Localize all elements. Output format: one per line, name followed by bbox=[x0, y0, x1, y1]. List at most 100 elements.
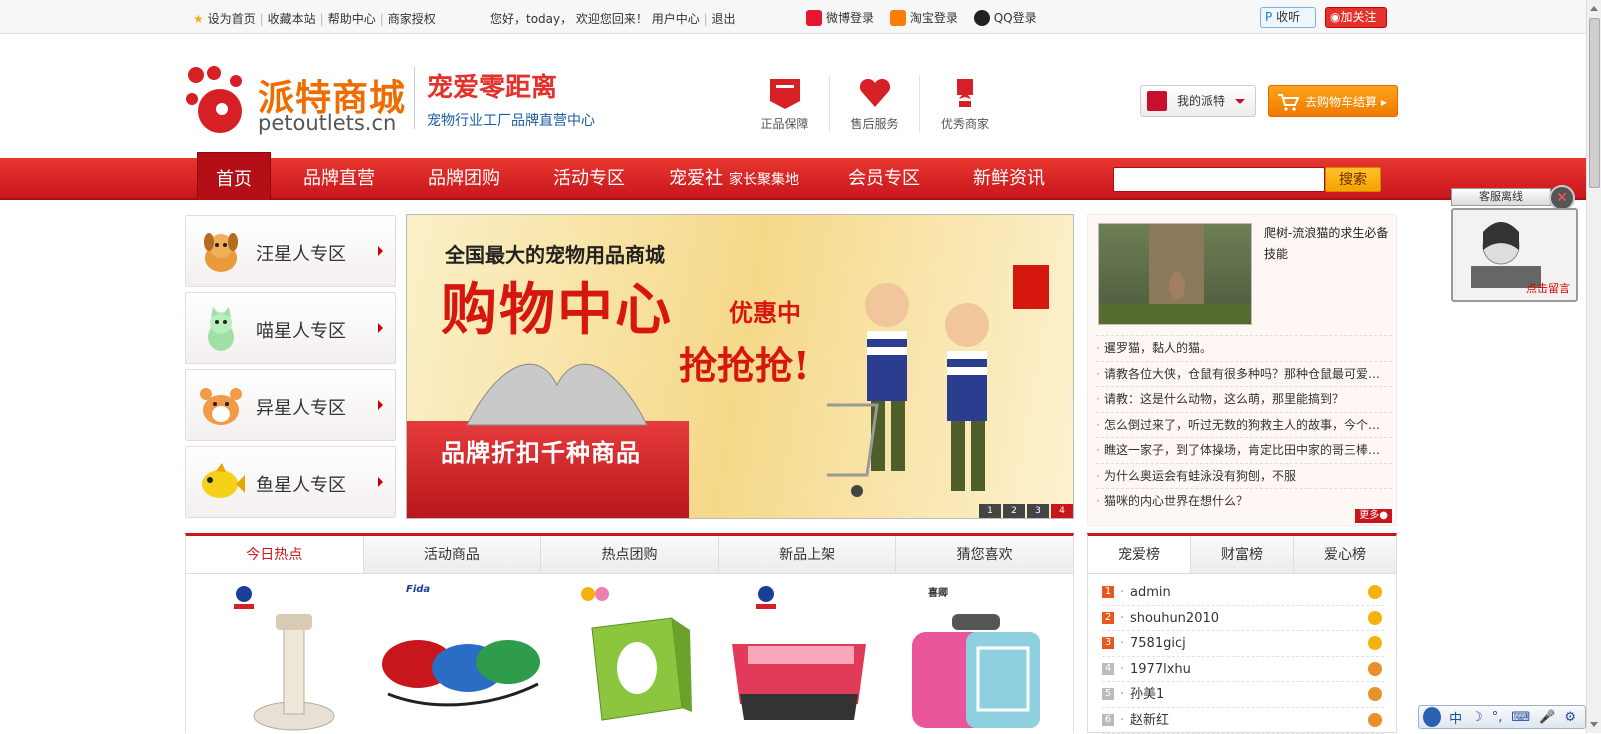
news-item[interactable]: 暹罗猫，黏人的猫。 bbox=[1096, 335, 1392, 361]
medal-icon bbox=[1368, 661, 1382, 676]
ranking-row[interactable]: 3 · 7581gicj bbox=[1102, 631, 1384, 657]
nav-community[interactable]: 宠爱社 家长聚集地 bbox=[669, 158, 799, 200]
tab-wealth-rank[interactable]: 财富榜 bbox=[1190, 536, 1293, 573]
ranking-row[interactable]: 2 · shouhun2010 bbox=[1102, 606, 1384, 632]
tab-new-arrivals[interactable]: 新品上架 bbox=[717, 536, 896, 573]
cs-status: 客服离线 bbox=[1451, 188, 1551, 206]
ime-toolbar[interactable]: 中 ☽ °, ⌨ 🎤 ⚙ bbox=[1418, 705, 1586, 729]
category-fish[interactable]: 鱼星人专区 bbox=[185, 446, 396, 518]
taobao-login-label: 淘宝登录 bbox=[909, 11, 958, 25]
feeder-product bbox=[253, 614, 335, 731]
news-item[interactable]: 请教各位大侠，仓鼠有很多种吗？那种仓鼠最可爱… bbox=[1096, 360, 1392, 386]
scroll-down-icon[interactable] bbox=[1590, 722, 1598, 727]
rank-username: 1977lxhu bbox=[1130, 661, 1191, 677]
ranking-row[interactable]: 1 · admin bbox=[1102, 580, 1384, 606]
set-homepage-link[interactable]: 设为首页 bbox=[208, 12, 256, 26]
ranking-row[interactable]: 6 · 赵新红 bbox=[1102, 708, 1384, 734]
ime-chinese-mode[interactable]: 中 bbox=[1449, 708, 1462, 727]
news-item[interactable]: 怎么倒过来了，听过无数的狗救主人的故事，今个… bbox=[1096, 411, 1392, 437]
tab-today-hot[interactable]: 今日热点 bbox=[186, 536, 363, 573]
search-input[interactable] bbox=[1113, 167, 1325, 192]
tab-charity-rank[interactable]: 爱心榜 bbox=[1293, 536, 1396, 573]
weibo-follow-icon: ◉ bbox=[1330, 10, 1341, 24]
product-card[interactable] bbox=[204, 584, 374, 734]
product-card[interactable]: Fida bbox=[378, 584, 548, 734]
brand-logo-icon bbox=[581, 587, 609, 601]
tab-love-rank[interactable]: 宠爱榜 bbox=[1088, 536, 1190, 573]
nav-brand-group[interactable]: 品牌团购 bbox=[428, 158, 500, 200]
banner-page-1[interactable]: 1 bbox=[979, 504, 1001, 518]
ime-halfwidth-icon[interactable]: ☽ bbox=[1471, 710, 1483, 725]
product-card[interactable]: 喜卿 bbox=[900, 584, 1070, 734]
bookmark-link[interactable]: 收藏本站 bbox=[268, 12, 316, 26]
news-item[interactable]: 猫咪的内心世界在想什么？ bbox=[1096, 488, 1392, 514]
qq-login[interactable]: QQ登录 bbox=[973, 9, 1037, 26]
ranking-row[interactable]: 4 · 1977lxhu bbox=[1102, 657, 1384, 683]
nav-activities[interactable]: 活动专区 bbox=[553, 158, 625, 200]
promo-banner[interactable]: 全国最大的宠物用品商城 购物中心 优惠中 抢抢抢! 品牌折扣千种商品 1 2 3… bbox=[406, 214, 1074, 519]
nav-news[interactable]: 新鲜资讯 bbox=[973, 158, 1045, 200]
ranking-panel: 宠爱榜 财富榜 爱心榜 1 · admin 2 · shouhun2010 3 · 7581… bbox=[1087, 533, 1397, 734]
heart-icon bbox=[859, 78, 890, 107]
rank-username: 赵新红 bbox=[1130, 712, 1170, 728]
gear-icon[interactable]: ⚙ bbox=[1564, 710, 1576, 725]
merchant-auth-link[interactable]: 商家授权 bbox=[388, 12, 436, 26]
weibo-login[interactable]: 微博登录 bbox=[806, 9, 874, 26]
taobao-login[interactable]: 淘宝登录 bbox=[889, 9, 958, 26]
my-account-dropdown[interactable]: 我的派特 bbox=[1140, 85, 1256, 117]
tab-activity-goods[interactable]: 活动商品 bbox=[362, 536, 541, 573]
news-more-link[interactable]: 更多● bbox=[1355, 509, 1392, 523]
crown-icon bbox=[1368, 636, 1382, 651]
banner-gift-label: 品牌折扣千种商品 bbox=[441, 439, 641, 467]
category-cat[interactable]: 喵星人专区 bbox=[185, 292, 396, 364]
user-center-link[interactable]: 用户中心 bbox=[652, 12, 700, 26]
help-center-link[interactable]: 帮助中心 bbox=[328, 12, 376, 26]
category-dog[interactable]: 汪星人专区 bbox=[185, 215, 396, 287]
ranking-row[interactable]: 5 · 孙美1 bbox=[1102, 682, 1384, 708]
nav-brand-direct[interactable]: 品牌直营 bbox=[303, 158, 375, 200]
logout-link[interactable]: 退出 bbox=[711, 12, 735, 26]
product-card[interactable] bbox=[552, 584, 722, 734]
search-button[interactable]: 搜索 bbox=[1325, 167, 1381, 192]
news-item[interactable]: 瞧这一家子，到了体操场，肯定比田中家的哥三棒… bbox=[1096, 437, 1392, 463]
news-item[interactable]: 为什么奥运会有蛙泳没有狗刨，不服 bbox=[1096, 462, 1392, 488]
news-feature-title[interactable]: 爬树-流浪猫的求生必备技能 bbox=[1264, 223, 1392, 265]
badge-icon bbox=[769, 79, 800, 109]
page-scrollbar[interactable] bbox=[1586, 0, 1601, 733]
tree-cat-image bbox=[1099, 224, 1251, 324]
nav-community-label: 宠爱社 bbox=[669, 168, 723, 189]
banner-page-3[interactable]: 3 bbox=[1027, 504, 1049, 518]
listen-button[interactable]: P 收听 bbox=[1260, 7, 1316, 28]
category-exotic[interactable]: 异星人专区 bbox=[185, 369, 396, 441]
keyboard-icon[interactable]: ⌨ bbox=[1511, 710, 1530, 725]
ranking-list: 1 · admin 2 · shouhun2010 3 · 7581gicj 4 · 1977l… bbox=[1088, 574, 1396, 734]
cs-leave-message-box[interactable]: 点击留言 bbox=[1451, 208, 1578, 302]
service-aftersale-label: 售后服务 bbox=[850, 117, 899, 131]
chevron-right-icon bbox=[378, 246, 383, 256]
microphone-icon[interactable]: 🎤 bbox=[1539, 710, 1555, 725]
tab-guess-you-like[interactable]: 猜您喜欢 bbox=[895, 536, 1073, 573]
litter-tray-product bbox=[732, 644, 866, 720]
site-logo[interactable]: 派特商城 petoutlets.cn bbox=[186, 65, 406, 137]
cart-checkout-button[interactable]: 去购物车结算 ▸ bbox=[1268, 85, 1398, 117]
litter-box-product bbox=[591, 617, 692, 721]
paw-logo-icon bbox=[186, 66, 242, 133]
ime-punctuation-icon[interactable]: °, bbox=[1492, 710, 1503, 725]
scroll-up-icon[interactable] bbox=[1590, 6, 1598, 11]
social-logins: 微博登录 淘宝登录 QQ登录 bbox=[806, 9, 1049, 29]
scrollbar-thumb[interactable] bbox=[1589, 18, 1600, 188]
nav-members[interactable]: 会员专区 bbox=[848, 158, 920, 200]
follow-button[interactable]: ◉加关注 bbox=[1325, 7, 1387, 28]
rank-number: 2 bbox=[1102, 611, 1114, 624]
cat-icon bbox=[208, 307, 234, 351]
banner-line2: 购物中心 bbox=[441, 277, 673, 343]
news-item[interactable]: 请教：这是什么动物，这么萌，那里能搞到？ bbox=[1096, 386, 1392, 412]
banner-page-2[interactable]: 2 bbox=[1003, 504, 1025, 518]
rank-number: 5 bbox=[1102, 688, 1114, 701]
news-feature-image[interactable] bbox=[1098, 223, 1252, 325]
product-card[interactable] bbox=[726, 584, 896, 734]
banner-page-4[interactable]: 4 bbox=[1051, 504, 1073, 518]
slogan-main: 宠爱零距离 bbox=[427, 73, 558, 103]
tab-hot-groupbuy[interactable]: 热点团购 bbox=[540, 536, 718, 573]
nav-home[interactable]: 首页 bbox=[197, 152, 271, 200]
